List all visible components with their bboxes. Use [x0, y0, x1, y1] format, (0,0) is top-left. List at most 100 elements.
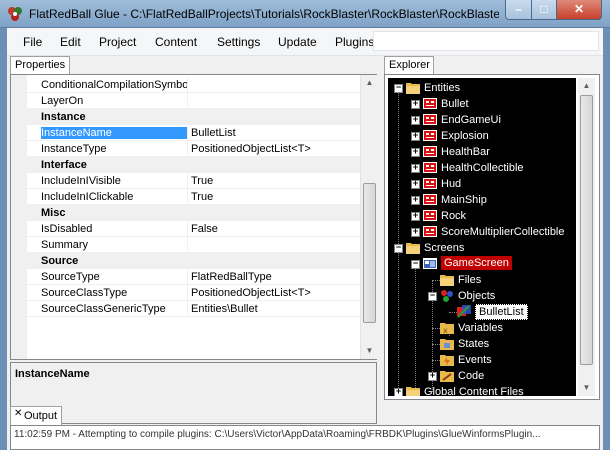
property-row[interactable]: LayerOn [27, 93, 360, 109]
expand-icon[interactable]: + [411, 194, 420, 205]
minimize-icon: – [515, 2, 522, 16]
property-row[interactable]: SourceClassType PositionedObjectList<T> [27, 285, 360, 301]
tree-node-label: States [458, 338, 490, 350]
property-value[interactable]: BulletList [191, 127, 357, 139]
tab-explorer[interactable]: Explorer [384, 56, 434, 74]
expand-icon[interactable]: + [411, 178, 420, 189]
property-category[interactable]: Source [27, 253, 360, 269]
property-value[interactable]: PositionedObjectList<T> [191, 287, 357, 299]
property-name: ConditionalCompilationSymbols [41, 79, 187, 91]
menu-update[interactable]: Update [278, 35, 317, 49]
output-panel: 11:02:59 PM - Attempting to compile plug… [10, 425, 600, 450]
screen-icon [423, 257, 437, 270]
expand-icon[interactable]: + [411, 114, 420, 125]
property-row[interactable]: InstanceType PositionedObjectList<T> [27, 141, 360, 157]
tree-node-label: Variables [458, 322, 504, 334]
menu-settings[interactable]: Settings [217, 35, 260, 49]
expand-icon[interactable]: + [411, 130, 420, 141]
property-row[interactable]: InstanceName BulletList [27, 125, 360, 141]
tab-output[interactable]: ✕ Output [10, 406, 62, 426]
column-divider [187, 77, 188, 93]
scroll-down-icon[interactable]: ▼ [364, 346, 375, 356]
expand-icon[interactable]: + [411, 162, 420, 173]
minimize-button[interactable]: – [505, 0, 532, 20]
property-value[interactable]: True [191, 191, 357, 203]
explorer-panel: − Entities + Bullet + EndGameUi + Explosion + Hea… [384, 74, 600, 400]
tree-node-label: Hud [441, 178, 462, 190]
folder-icon [406, 385, 420, 396]
expand-icon[interactable]: + [411, 210, 420, 221]
property-grid-scrollbar[interactable]: ▲ ▼ [360, 75, 377, 359]
grid-margin [11, 75, 27, 359]
property-name: IsDisabled [41, 223, 93, 235]
tree-connector [398, 248, 399, 396]
property-value[interactable]: True [191, 175, 357, 187]
close-output-icon[interactable]: ✕ [14, 408, 22, 419]
property-category[interactable]: Misc [27, 205, 360, 221]
property-name: InstanceName [41, 127, 187, 139]
column-divider [187, 125, 188, 141]
property-row[interactable]: IncludeInIVisible True [27, 173, 360, 189]
entity-icon [423, 97, 437, 110]
column-divider [187, 189, 188, 205]
menu-edit[interactable]: Edit [60, 35, 81, 49]
property-category[interactable]: Interface [27, 157, 360, 173]
property-value[interactable]: PositionedObjectList<T> [191, 143, 357, 155]
scrollbar-thumb[interactable] [580, 95, 593, 365]
property-name: InstanceType [41, 143, 107, 155]
app-logo-icon [8, 7, 22, 21]
description-title: InstanceName [15, 368, 90, 380]
scroll-up-icon[interactable]: ▲ [364, 78, 375, 88]
property-row[interactable]: IncludeInIClickable True [27, 189, 360, 205]
property-name: IncludeInIVisible [41, 175, 121, 187]
column-divider [187, 301, 188, 317]
tree-node-label: GameScreen [441, 256, 512, 270]
expand-icon[interactable]: + [411, 226, 420, 237]
menu-content[interactable]: Content [155, 35, 197, 49]
entity-icon [423, 145, 437, 158]
entity-icon [423, 193, 437, 206]
property-name: IncludeInIClickable [41, 191, 134, 203]
menu-bar: File Edit Project Content Settings Updat… [7, 28, 603, 56]
property-row[interactable]: IsDisabled False [27, 221, 360, 237]
collapse-icon[interactable]: − [411, 258, 420, 269]
maximize-button[interactable]: □ [531, 0, 557, 20]
collapse-icon[interactable]: − [394, 82, 403, 93]
property-row[interactable]: ConditionalCompilationSymbols [27, 77, 360, 93]
tab-properties[interactable]: Properties [10, 56, 70, 74]
output-tab-label: Output [24, 410, 58, 422]
property-category[interactable]: Instance [27, 109, 360, 125]
property-value[interactable]: False [191, 223, 357, 235]
entity-icon [423, 209, 437, 222]
property-name: SourceClassType [41, 287, 128, 299]
tree-connector [415, 264, 416, 396]
property-name: LayerOn [41, 95, 84, 107]
window-title: FlatRedBall Glue - C:\FlatRedBallProject… [29, 7, 499, 21]
scroll-up-icon[interactable]: ▲ [581, 81, 592, 91]
menu-plugins[interactable]: Plugins [335, 35, 374, 49]
title-bar[interactable]: FlatRedBall Glue - C:\FlatRedBallProject… [0, 0, 610, 28]
explorer-scrollbar[interactable]: ▲ ▼ [578, 78, 595, 396]
property-row[interactable]: Summary [27, 237, 360, 253]
property-value[interactable]: Entities\Bullet [191, 303, 357, 315]
property-name: SourceType [41, 271, 100, 283]
property-row[interactable]: SourceType FlatRedBallType [27, 269, 360, 285]
events-icon [440, 353, 454, 366]
scrollbar-thumb[interactable] [363, 183, 376, 323]
menu-search-box[interactable] [373, 31, 599, 51]
close-button[interactable]: ✕ [556, 0, 602, 20]
menu-file[interactable]: File [23, 35, 42, 49]
collapse-icon[interactable]: − [428, 290, 437, 301]
menu-project[interactable]: Project [99, 35, 136, 49]
property-row[interactable]: SourceClassGenericType Entities\Bullet [27, 301, 360, 317]
expand-icon[interactable]: + [411, 98, 420, 109]
folder-icon [406, 81, 420, 94]
scroll-down-icon[interactable]: ▼ [581, 383, 592, 393]
collapse-icon[interactable]: − [394, 242, 403, 253]
expand-icon[interactable]: + [394, 386, 403, 396]
output-log-text: 11:02:59 PM - Attempting to compile plug… [14, 429, 541, 440]
expand-icon[interactable]: + [411, 146, 420, 157]
expand-icon[interactable]: + [428, 370, 437, 381]
tree-node-label: BulletList [475, 304, 528, 320]
property-value[interactable]: FlatRedBallType [191, 271, 357, 283]
